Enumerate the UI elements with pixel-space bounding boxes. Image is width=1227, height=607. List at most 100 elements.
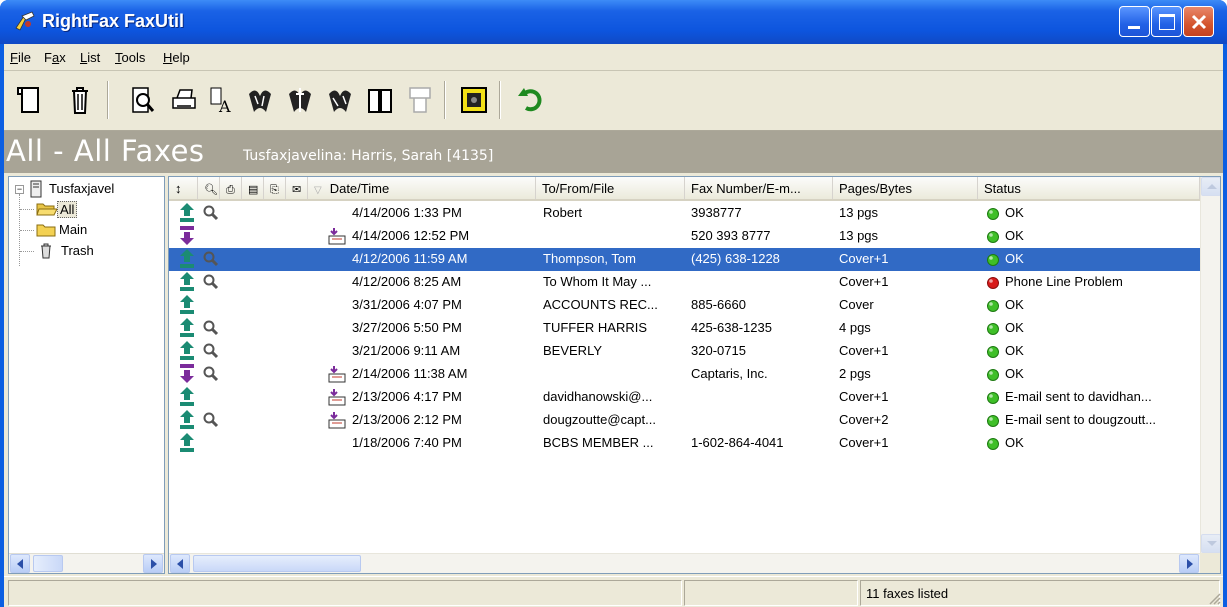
collapse-toggle[interactable]: −: [15, 185, 24, 194]
fax-row[interactable]: 4/14/2006 1:33 PM Robert 3938777 13 pgs OK: [169, 202, 1200, 225]
search-icon: [203, 274, 219, 290]
resize-grip-icon[interactable]: [1207, 591, 1221, 605]
menu-bar: File Fax List Tools Help: [4, 44, 1223, 71]
cell-to: ACCOUNTS REC...: [543, 297, 658, 312]
col-page-header[interactable]: ▤: [242, 177, 264, 199]
font-icon[interactable]: A: [208, 84, 236, 116]
tree-scroll-thumb[interactable]: [33, 555, 63, 572]
cell-status: E-mail sent to dougzoutt...: [1005, 412, 1157, 427]
col-mail-header[interactable]: ✉: [286, 177, 308, 199]
cell-status: OK: [1005, 205, 1024, 220]
toolbar-separator: [444, 81, 446, 119]
delete-icon[interactable]: [66, 84, 94, 116]
col-view-header[interactable]: 🔍︎: [198, 177, 220, 199]
list-horizontal-scrollbar[interactable]: [169, 553, 1200, 573]
cell-fax: 885-6660: [691, 297, 746, 312]
cell-date: 4/12/2006 11:59 AM: [352, 251, 468, 266]
menu-file[interactable]: File: [10, 50, 31, 65]
scroll-right-button[interactable]: [143, 554, 163, 573]
minimize-button[interactable]: [1119, 6, 1150, 37]
menu-fax[interactable]: Fax: [44, 50, 66, 65]
list-header: ↕ 🔍︎ ⎙ ▤ ⎘ ✉ ▽ Date/Time To/From/File Fax…: [169, 177, 1200, 201]
status-bar: 11 faxes listed: [4, 576, 1223, 607]
fax-row[interactable]: 3/27/2006 5:50 PM TUFFER HARRIS 425-638-12…: [169, 317, 1200, 340]
scroll-right-button[interactable]: [1179, 554, 1199, 573]
new-fax-icon[interactable]: [16, 84, 44, 116]
col-date-header[interactable]: ▽ Date/Time: [308, 177, 536, 199]
envelope-icon: ✉: [292, 184, 302, 196]
scroll-left-button[interactable]: [10, 554, 30, 573]
cell-pages: Cover+1: [839, 343, 889, 358]
route-icon[interactable]: [286, 84, 314, 116]
fax-row[interactable]: 2/13/2006 2:12 PM dougzoutte@capt... Cover…: [169, 409, 1200, 432]
close-button[interactable]: [1183, 6, 1214, 37]
refresh-icon[interactable]: [516, 84, 544, 116]
scroll-left-button[interactable]: [170, 554, 190, 573]
fax-row[interactable]: 4/12/2006 11:59 AM Thompson, Tom (425) 638…: [169, 248, 1200, 271]
tree-item-main[interactable]: Main: [57, 222, 89, 237]
tree-root[interactable]: Tusfaxjavel: [49, 181, 114, 196]
book-icon[interactable]: [366, 84, 394, 116]
received-arrow-icon: [180, 226, 194, 245]
disabled-page-icon[interactable]: [406, 84, 434, 116]
arrow-left-icon: [177, 559, 183, 569]
view-icon[interactable]: [128, 84, 156, 116]
cell-fax: 320-0715: [691, 343, 746, 358]
fax-row[interactable]: 3/31/2006 4:07 PM ACCOUNTS REC... 885-6660…: [169, 294, 1200, 317]
col-attach-header[interactable]: ⎘: [264, 177, 286, 199]
send-again-icon[interactable]: [326, 84, 354, 116]
menu-help[interactable]: Help: [163, 50, 190, 65]
col-status-label: Status: [984, 181, 1021, 196]
tree-connector: [20, 209, 34, 210]
col-direction-header[interactable]: ↕: [169, 177, 198, 199]
fax-list: ↕ 🔍︎ ⎙ ▤ ⎘ ✉ ▽ Date/Time To/From/File Fax…: [168, 176, 1221, 574]
tree-horizontal-scrollbar[interactable]: [9, 553, 164, 573]
fax-machine-icon: [328, 366, 346, 383]
status-ok-icon: [987, 254, 999, 266]
fax-row[interactable]: 4/14/2006 12:52 PM 520 393 8777 13 pgs OK: [169, 225, 1200, 248]
cell-fax: 1-602-864-4041: [691, 435, 784, 450]
print-icon[interactable]: [170, 84, 198, 116]
fax-row[interactable]: 3/21/2006 9:11 AM BEVERLY 320-0715 Cover+1 O…: [169, 340, 1200, 363]
status-panel-mid: [684, 580, 858, 606]
cell-status: Phone Line Problem: [1005, 274, 1123, 289]
cell-date: 3/21/2006 9:11 AM: [352, 343, 461, 358]
sent-arrow-icon: [180, 318, 194, 337]
forward-icon[interactable]: [246, 84, 274, 116]
rightfax-app-icon[interactable]: [14, 10, 36, 32]
maximize-button[interactable]: [1151, 6, 1182, 37]
title-bar[interactable]: RightFax FaxUtil: [0, 0, 1227, 44]
fax-row[interactable]: 2/14/2006 11:38 AM Captaris, Inc. 2 pgs OK: [169, 363, 1200, 386]
svg-text:A: A: [218, 97, 231, 116]
tree-item-trash[interactable]: Trash: [59, 243, 96, 258]
col-pages-header[interactable]: Pages/Bytes: [833, 177, 978, 199]
app-window: RightFax FaxUtil File Fax List Tools Hel…: [0, 0, 1227, 607]
col-date-label: Date/Time: [329, 181, 390, 196]
menu-list[interactable]: List: [80, 50, 100, 65]
toolbar-separator: [499, 81, 501, 119]
col-to-header[interactable]: To/From/File: [536, 177, 685, 199]
cell-fax: 3938777: [691, 205, 742, 220]
tree-item-all[interactable]: All: [57, 201, 78, 218]
menu-tools[interactable]: Tools: [115, 50, 145, 65]
list-scroll-thumb[interactable]: [193, 555, 361, 572]
col-fax-header[interactable]: Fax Number/E-m...: [685, 177, 833, 199]
search-icon: [203, 205, 219, 221]
fax-row[interactable]: 1/18/2006 7:40 PM BCBS MEMBER ... 1-602-86…: [169, 432, 1200, 455]
fax-row[interactable]: 4/12/2006 8:25 AM To Whom It May ... Cover…: [169, 271, 1200, 294]
scroll-down-button[interactable]: [1201, 534, 1220, 553]
attach-icon: ⎘: [270, 184, 279, 196]
scroll-up-button[interactable]: [1201, 177, 1220, 196]
cell-status: OK: [1005, 251, 1024, 266]
sent-arrow-icon: [180, 272, 194, 291]
status-ok-icon: [987, 300, 999, 312]
fax-row[interactable]: 2/13/2006 4:17 PM davidhanowski@... Cover+…: [169, 386, 1200, 409]
col-status-header[interactable]: Status: [978, 177, 1200, 199]
monitor-icon[interactable]: [460, 84, 488, 116]
cell-pages: Cover+2: [839, 412, 889, 427]
col-print-header[interactable]: ⎙: [220, 177, 242, 199]
cell-status: OK: [1005, 320, 1024, 335]
cell-to: BEVERLY: [543, 343, 603, 358]
folder-tree: − Tusfaxjavel All Main Trash: [8, 176, 165, 574]
list-vertical-scrollbar[interactable]: [1200, 177, 1220, 553]
